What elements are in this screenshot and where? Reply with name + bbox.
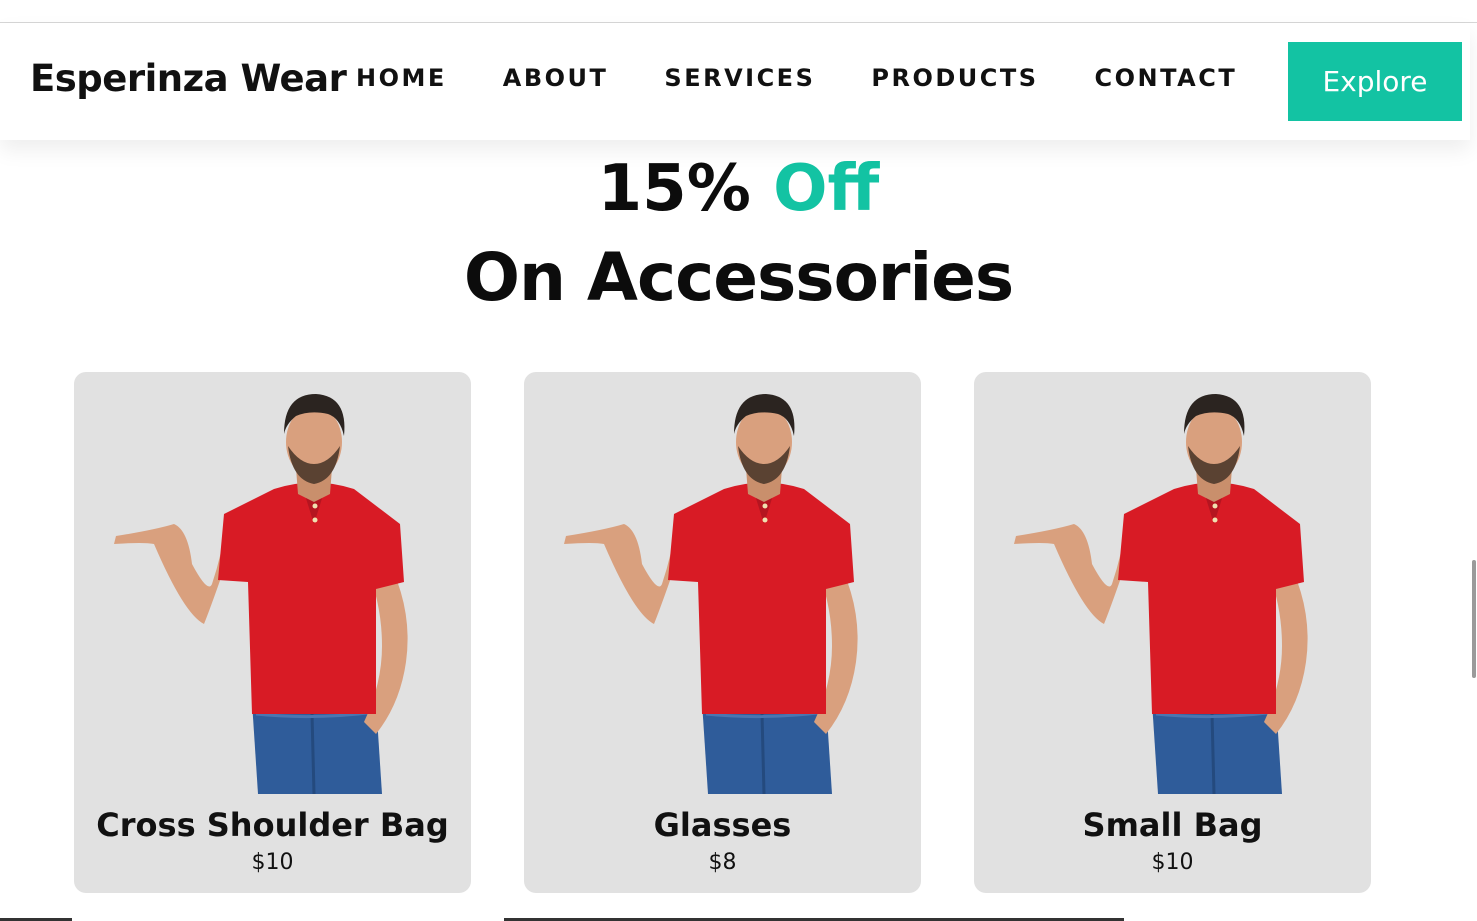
nav-links: HOME ABOUT SERVICES PRODUCTS CONTACT	[356, 64, 1293, 92]
bottom-strip	[0, 917, 1477, 921]
product-card[interactable]: Small Bag $10	[974, 372, 1371, 893]
brand-logo[interactable]: Esperinza Wear	[30, 57, 347, 100]
product-price: $10	[1151, 850, 1194, 875]
top-strip	[0, 0, 1477, 23]
product-card[interactable]: Glasses $8	[524, 372, 921, 893]
product-name: Glasses	[653, 806, 792, 844]
product-price: $10	[251, 850, 294, 875]
hero-section: 15% Off On Accessories	[0, 148, 1477, 326]
product-name: Cross Shoulder Bag	[96, 806, 449, 844]
explore-button[interactable]: Explore	[1288, 42, 1462, 121]
product-price: $8	[708, 850, 737, 875]
hero-discount-accent: Off	[773, 152, 880, 226]
nav-home[interactable]: HOME	[356, 64, 447, 92]
nav-contact[interactable]: CONTACT	[1095, 64, 1238, 92]
navbar: Esperinza Wear HOME ABOUT SERVICES PRODU…	[0, 23, 1470, 140]
nav-services[interactable]: SERVICES	[664, 64, 815, 92]
nav-products[interactable]: PRODUCTS	[871, 64, 1038, 92]
product-card[interactable]: Cross Shoulder Bag $10	[74, 372, 471, 893]
hero-discount: 15% Off	[0, 148, 1477, 230]
page-scrollbar[interactable]	[1472, 560, 1476, 678]
product-name: Small Bag	[1082, 806, 1263, 844]
hero-discount-value: 15%	[597, 152, 751, 226]
nav-about[interactable]: ABOUT	[503, 64, 609, 92]
hero-subtitle: On Accessories	[463, 239, 1014, 316]
